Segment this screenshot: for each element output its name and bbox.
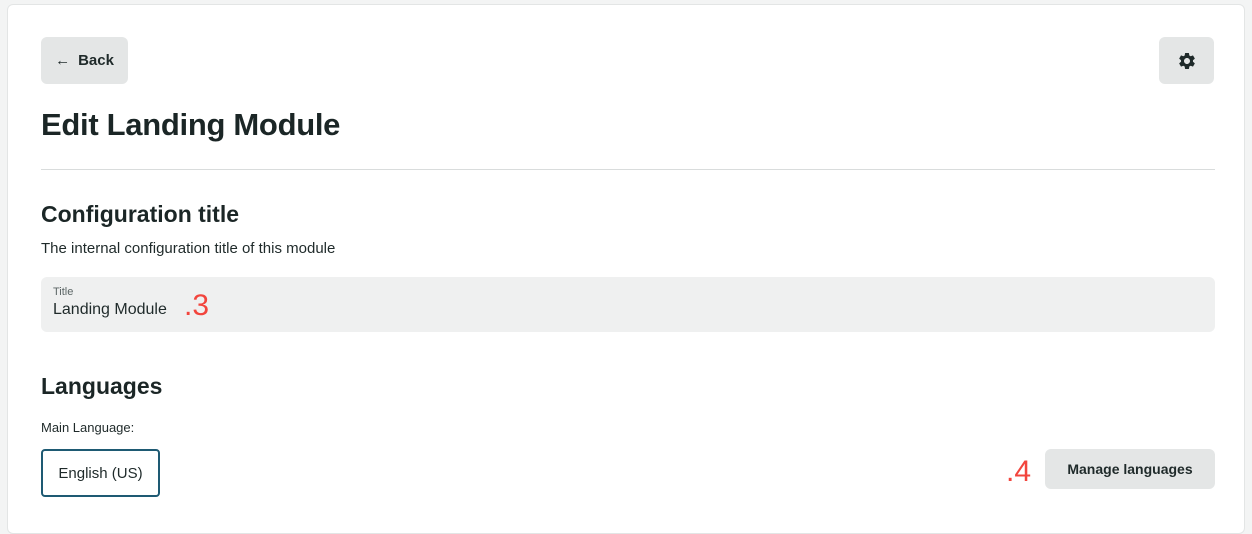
configuration-section-title: Configuration title [41,201,240,227]
main-language-selector[interactable]: English (US) [41,449,160,497]
annotation-4: .4 [1006,455,1032,488]
main-language-label: Main Language: [41,420,135,435]
settings-button[interactable] [1159,37,1214,84]
page-title: Edit Landing Module [41,107,341,142]
title-input[interactable]: Title Landing Module [41,277,1215,332]
gear-icon [1178,52,1195,69]
back-button[interactable]: ← Back [41,37,128,84]
title-field-label: Title [53,286,74,298]
languages-section-title: Languages [41,373,163,399]
annotation-3: .3 [184,289,210,322]
edit-module-card: ← Back Edit Landing Module Configuration… [7,4,1245,534]
manage-languages-label: Manage languages [1067,461,1193,477]
title-field-value[interactable]: Landing Module [53,301,1203,319]
manage-languages-button[interactable]: Manage languages [1045,449,1215,489]
main-language-value: English (US) [58,464,143,482]
back-button-label: Back [78,52,114,69]
arrow-left-icon: ← [55,52,71,69]
divider [41,169,1215,170]
configuration-description: The internal configuration title of this… [41,240,336,257]
